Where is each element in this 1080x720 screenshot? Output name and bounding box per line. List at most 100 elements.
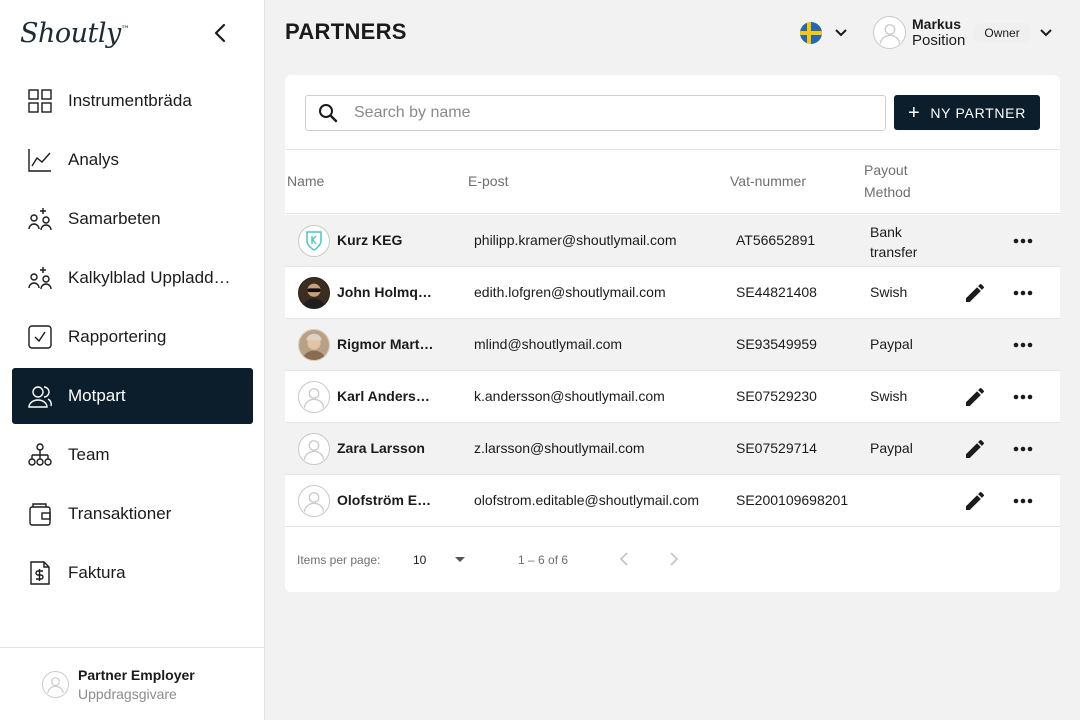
caret-down-icon [455,557,465,562]
avatar [298,381,330,413]
contacts-icon [26,382,54,410]
new-partner-button[interactable]: + NY PARTNER [894,95,1040,130]
table-row[interactable]: Karl Andersson k.andersson@shoutlymail.c… [285,371,1060,423]
page-size-select[interactable]: 10 [413,550,469,570]
column-header-email[interactable]: E-post [468,170,508,192]
search-input[interactable] [354,104,854,122]
chevron-down-icon [835,29,847,37]
edit-button[interactable] [963,281,987,305]
avatar [298,329,330,361]
partner-name: Rigmor Martinsson [337,336,435,352]
pencil-icon [966,387,985,406]
avatar [873,16,906,49]
sidebar-item-kalkylblad[interactable]: Kalkylblad Uppladdning [12,250,253,306]
items-per-page-label: Items per page: [297,553,381,567]
sidebar-item-motpart[interactable]: Motpart [12,368,253,424]
search-box[interactable] [305,95,886,131]
table-row[interactable]: Zara Larsson z.larsson@shoutlymail.com S… [285,423,1060,475]
partner-email: philipp.kramer@shoutlymail.com [474,232,677,248]
chart-line-icon [26,146,54,174]
page-range: 1 – 6 of 6 [518,553,569,567]
sidebar-item-label: Team [68,445,110,464]
users-add-icon [26,264,54,292]
user-placeholder-icon [47,676,64,693]
edit-button[interactable] [963,489,987,513]
sidebar-item-label: Instrumentbräda [68,91,192,110]
chevron-left-icon [619,552,628,566]
column-header-name[interactable]: Name [287,170,324,192]
partner-vat: SE200109698201 [736,492,849,508]
user-position: Position [912,32,966,49]
collapse-sidebar-button[interactable] [208,20,234,46]
next-page-button[interactable] [664,550,682,568]
user-photo-icon [299,278,329,308]
table-row[interactable]: Rigmor Martinsson mlind@shoutlymail.com … [285,319,1060,371]
sidebar-item-team[interactable]: Team [12,427,253,483]
sidebar-item-rapportering[interactable]: Rapportering [12,309,253,365]
pagination: Items per page: 10 1 – 6 of 6 [285,528,1060,592]
column-header-payout[interactable]: Payout Method [864,159,911,203]
sidebar: Shoutly™ Instrumentbräda Analys Samarbet… [0,0,265,720]
table-row[interactable]: John Holmqvist edith.lofgren@shoutlymail… [285,267,1060,319]
partner-vat: SE07529714 [736,440,817,456]
partner-logo [298,225,330,257]
sidebar-item-analys[interactable]: Analys [12,132,253,188]
sidebar-item-label: Kalkylblad Uppladdning [68,268,238,287]
pencil-icon [966,439,985,458]
user-name: Markus [912,16,962,32]
current-account[interactable]: Partner Employer Uppdragsgivare [0,647,265,720]
language-selector[interactable] [800,22,848,44]
partner-vat: AT56652891 [736,232,816,248]
column-header-vat[interactable]: Vat-nummer [730,170,806,192]
sidebar-item-faktura[interactable]: Faktura [12,545,253,601]
table-header: Name E-post Vat-nummer Payout Method [285,149,1060,214]
avatar [42,670,69,698]
logo-text: Shoutly [20,18,121,49]
more-options-button[interactable] [1011,489,1035,513]
partner-email: edith.lofgren@shoutlymail.com [474,284,666,300]
more-options-button[interactable] [1011,281,1035,305]
partner-payout: Swish [870,388,908,404]
user-photo-icon [299,330,329,360]
partner-payout-line1: Bank [870,224,902,240]
edit-button[interactable] [963,385,987,409]
app-logo[interactable]: Shoutly™ [20,18,130,49]
column-header-payout-line2: Method [864,184,911,200]
partner-name: Kurz KEG [337,232,403,248]
more-options-button[interactable] [1011,437,1035,461]
more-options-button[interactable] [1011,333,1035,357]
new-partner-label: NY PARTNER [930,104,1027,121]
user-placeholder-icon [303,440,325,460]
partner-name: John Holmqvist [337,284,435,300]
avatar [298,433,330,465]
partner-email: z.larsson@shoutlymail.com [474,440,645,456]
more-horizontal-icon [1013,238,1033,244]
role-badge: Owner [973,22,1031,43]
more-options-button[interactable] [1011,229,1035,253]
sidebar-item-instrumentbrada[interactable]: Instrumentbräda [12,73,253,129]
sidebar-item-samarbeten[interactable]: Samarbeten [12,191,253,247]
sidebar-item-label: Transaktioner [68,504,172,523]
more-options-button[interactable] [1011,385,1035,409]
more-horizontal-icon [1013,342,1033,348]
partner-payout: Swish [870,284,908,300]
user-menu[interactable]: Markus Position Owner [873,16,1053,49]
sidebar-item-transaktioner[interactable]: Transaktioner [12,486,253,542]
page-size-value: 10 [413,553,427,567]
sidebar-item-label: Analys [68,150,120,169]
chevron-left-icon [214,23,226,43]
table-row[interactable]: Kurz KEG philipp.kramer@shoutlymail.com … [285,215,1060,267]
partner-email: k.andersson@shoutlymail.com [474,388,665,404]
user-placeholder-icon [879,23,900,44]
pencil-icon [966,283,985,302]
grid-icon [26,87,54,115]
edit-button[interactable] [963,437,987,461]
more-horizontal-icon [1013,446,1033,452]
checkbox-icon [26,323,54,351]
table-row[interactable]: Olofström Editable olofstrom.editable@sh… [285,475,1060,527]
chevron-down-icon [1040,28,1052,36]
column-header-payout-line1: Payout [864,162,908,178]
users-add-icon [26,205,54,233]
previous-page-button[interactable] [616,550,634,568]
sidebar-nav: Instrumentbräda Analys Samarbeten Kalkyl… [12,73,253,604]
